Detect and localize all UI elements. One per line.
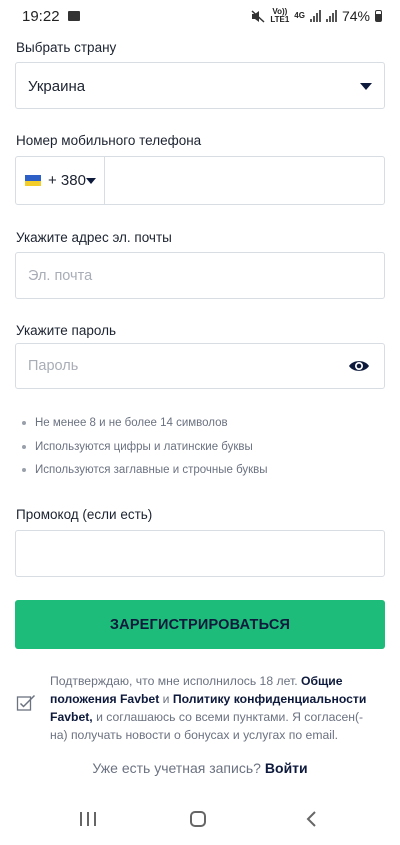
signal-icon-2 bbox=[325, 10, 337, 22]
mute-icon bbox=[251, 9, 265, 23]
home-icon[interactable] bbox=[190, 811, 206, 827]
password-rule: Не менее 8 и не более 14 символов bbox=[22, 417, 228, 429]
password-placeholder: Пароль bbox=[28, 358, 79, 374]
login-question: Уже есть учетная запись? bbox=[92, 760, 261, 776]
phone-number-input[interactable] bbox=[105, 157, 384, 204]
lte-label: LTE1 bbox=[270, 15, 290, 24]
email-input[interactable]: Эл. почта bbox=[15, 252, 385, 299]
password-rule-text: Используются цифры и латинские буквы bbox=[35, 441, 253, 453]
chevron-down-icon bbox=[360, 83, 372, 90]
back-icon[interactable] bbox=[304, 810, 318, 828]
phone-label: Номер мобильного телефона bbox=[16, 133, 202, 148]
system-nav-bar bbox=[0, 795, 400, 845]
signal-icon bbox=[309, 10, 321, 22]
promo-label: Промокод (если есть) bbox=[16, 507, 153, 522]
eye-icon[interactable] bbox=[348, 359, 370, 373]
password-rule: Используются заглавные и строчные буквы bbox=[22, 464, 268, 476]
country-select[interactable]: Украина bbox=[15, 62, 385, 109]
network-type: 4G bbox=[294, 11, 305, 20]
consent-text: Подтверждаю, что мне исполнилось 18 лет.… bbox=[50, 672, 370, 744]
status-bar: 19:22 Vo)) LTE1 4G 74% bbox=[0, 0, 400, 32]
image-icon bbox=[67, 11, 80, 21]
password-label: Укажите пароль bbox=[16, 323, 116, 338]
promo-input[interactable] bbox=[15, 530, 385, 577]
login-row: Уже есть учетная запись? Войти bbox=[0, 760, 400, 776]
password-input[interactable]: Пароль bbox=[15, 343, 385, 389]
ukraine-flag-icon bbox=[25, 175, 41, 186]
register-button[interactable]: ЗАРЕГИСТРИРОВАТЬСЯ bbox=[15, 600, 385, 649]
country-code-select[interactable]: + 380 bbox=[16, 157, 104, 204]
phone-field: + 380 bbox=[15, 156, 385, 205]
login-link[interactable]: Войти bbox=[265, 760, 308, 776]
status-time: 19:22 bbox=[22, 7, 60, 25]
checkbox-edit-icon[interactable] bbox=[16, 693, 36, 713]
email-label: Укажите адрес эл. почты bbox=[16, 230, 172, 245]
password-rule-text: Не менее 8 и не более 14 символов bbox=[35, 417, 228, 429]
password-rule: Используются цифры и латинские буквы bbox=[22, 441, 253, 453]
battery-icon bbox=[375, 10, 382, 22]
recent-apps-icon[interactable] bbox=[80, 812, 96, 826]
consent-part-1: Подтверждаю, что мне исполнилось 18 лет. bbox=[50, 674, 298, 688]
consent-part-3: и соглашаюсь со всеми пунктами. Я соглас… bbox=[50, 710, 364, 742]
phone-code: + 380 bbox=[48, 172, 86, 189]
country-value: Украина bbox=[28, 78, 86, 95]
battery-percent: 74% bbox=[341, 8, 370, 24]
consent-part-2: и bbox=[162, 692, 170, 706]
country-label: Выбрать страну bbox=[16, 40, 117, 55]
password-rule-text: Используются заглавные и строчные буквы bbox=[35, 464, 268, 476]
caret-down-icon bbox=[86, 178, 96, 184]
email-placeholder: Эл. почта bbox=[28, 268, 93, 284]
